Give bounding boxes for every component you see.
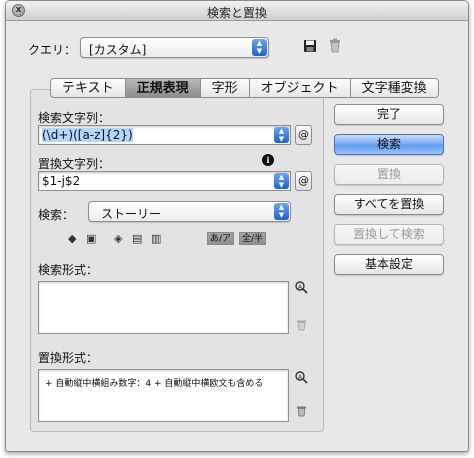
chevron-updown-icon[interactable]: ▲ ▼ bbox=[274, 173, 289, 189]
floppy-icon[interactable] bbox=[303, 39, 317, 53]
change-format-box[interactable]: + 自動縦中横組み数字：4 + 自動縦中横欧文も含める bbox=[38, 369, 289, 422]
trash-icon[interactable] bbox=[329, 38, 341, 53]
locked-stories-icon[interactable]: ▣ bbox=[86, 233, 96, 245]
find-label: 検索文字列： bbox=[38, 111, 111, 125]
specify-attributes-icon[interactable]: A bbox=[295, 281, 308, 294]
tab-glyph[interactable]: 字形 bbox=[200, 78, 250, 98]
chevron-updown-icon: ▲ ▼ bbox=[252, 39, 267, 56]
find-format-box[interactable] bbox=[38, 281, 289, 334]
search-scope-label: 検索： bbox=[38, 208, 75, 222]
query-select[interactable]: [カスタム] ▲ ▼ bbox=[80, 37, 269, 58]
mode-tabs: テキスト 正規表現 字形 オブジェクト 文字種変換 bbox=[50, 78, 439, 98]
change-special-char-button[interactable]: @ bbox=[295, 171, 312, 191]
change-find-button[interactable]: 置換して検索 bbox=[334, 224, 444, 245]
find-value: (\d+)([a-z]{2}) bbox=[42, 128, 133, 142]
clear-format-icon[interactable] bbox=[296, 319, 307, 331]
clear-format-icon[interactable] bbox=[296, 405, 307, 417]
tab-transliterate[interactable]: 文字種変換 bbox=[350, 78, 439, 98]
change-field[interactable]: $1-j$2 ▲ ▼ bbox=[38, 171, 291, 191]
basic-settings-button[interactable]: 基本設定 bbox=[334, 254, 444, 275]
find-change-window: x 検索と置換 クエリ： [カスタム] ▲ ▼ テキスト 正規表現 字形 オブジェ… bbox=[5, 0, 469, 452]
chevron-updown-icon: ▲ ▼ bbox=[274, 203, 289, 220]
master-pages-icon[interactable]: ▤ bbox=[132, 233, 142, 245]
kana-sensitive-button[interactable]: あ/ア bbox=[207, 232, 235, 245]
locked-layers-icon[interactable]: ◆ bbox=[68, 233, 76, 245]
query-value: [カスタム] bbox=[89, 43, 147, 57]
tab-object[interactable]: オブジェクト bbox=[249, 78, 351, 98]
width-sensitive-button[interactable]: 全/半 bbox=[239, 232, 267, 245]
change-button[interactable]: 置換 bbox=[334, 164, 444, 185]
find-field[interactable]: (\d+)([a-z]{2}) ▲ ▼ bbox=[38, 125, 291, 145]
chevron-updown-icon[interactable]: ▲ ▼ bbox=[274, 127, 289, 143]
change-label: 置換文字列： bbox=[38, 157, 111, 171]
done-button[interactable]: 完了 bbox=[334, 104, 444, 125]
find-special-char-button[interactable]: @ bbox=[295, 125, 312, 145]
query-label: クエリ： bbox=[28, 43, 77, 57]
footnotes-icon[interactable]: ▥ bbox=[151, 233, 161, 245]
find-button[interactable]: 検索 bbox=[334, 134, 444, 155]
tab-grep[interactable]: 正規表現 bbox=[125, 78, 201, 98]
window-title: 検索と置換 bbox=[206, 6, 267, 20]
change-format-label: 置換形式： bbox=[38, 351, 99, 365]
search-scope-value: ストーリー bbox=[101, 207, 162, 221]
change-format-text: + 自動縦中横組み数字：4 + 自動縦中横欧文も含める bbox=[45, 379, 264, 389]
find-format-label: 検索形式： bbox=[38, 263, 99, 277]
info-icon[interactable]: i bbox=[262, 154, 274, 166]
tab-text[interactable]: テキスト bbox=[50, 78, 126, 98]
change-value: $1-j$2 bbox=[42, 174, 81, 188]
hidden-layers-icon[interactable]: ◈ bbox=[114, 233, 122, 245]
specify-attributes-icon[interactable]: A bbox=[295, 371, 308, 384]
search-scope-select[interactable]: ストーリー ▲ ▼ bbox=[88, 201, 291, 222]
change-all-button[interactable]: すべてを置換 bbox=[334, 194, 444, 215]
title-bar: x 検索と置換 bbox=[6, 1, 468, 21]
